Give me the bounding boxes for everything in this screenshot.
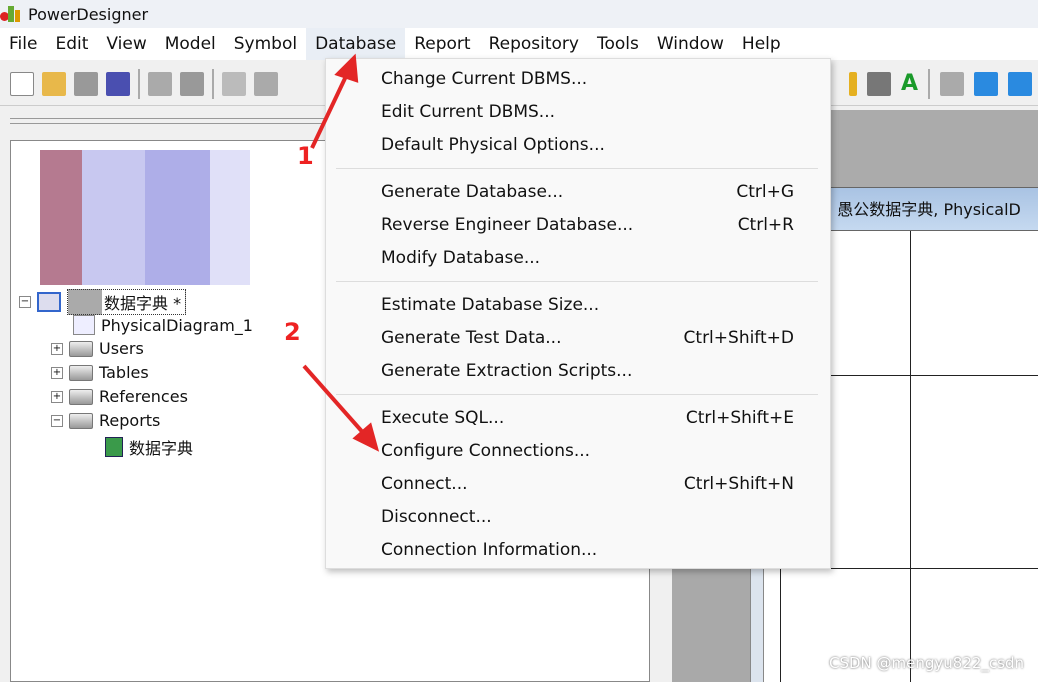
arrow-1	[310, 71, 350, 149]
watermark: CSDN @mengyu822_csdn	[828, 654, 1024, 672]
arrow-2	[302, 364, 368, 438]
arrow-1-head	[334, 53, 359, 83]
step-2-label: 2	[284, 318, 301, 346]
annotation-arrows	[302, 53, 380, 452]
step-1-label: 1	[297, 142, 314, 170]
